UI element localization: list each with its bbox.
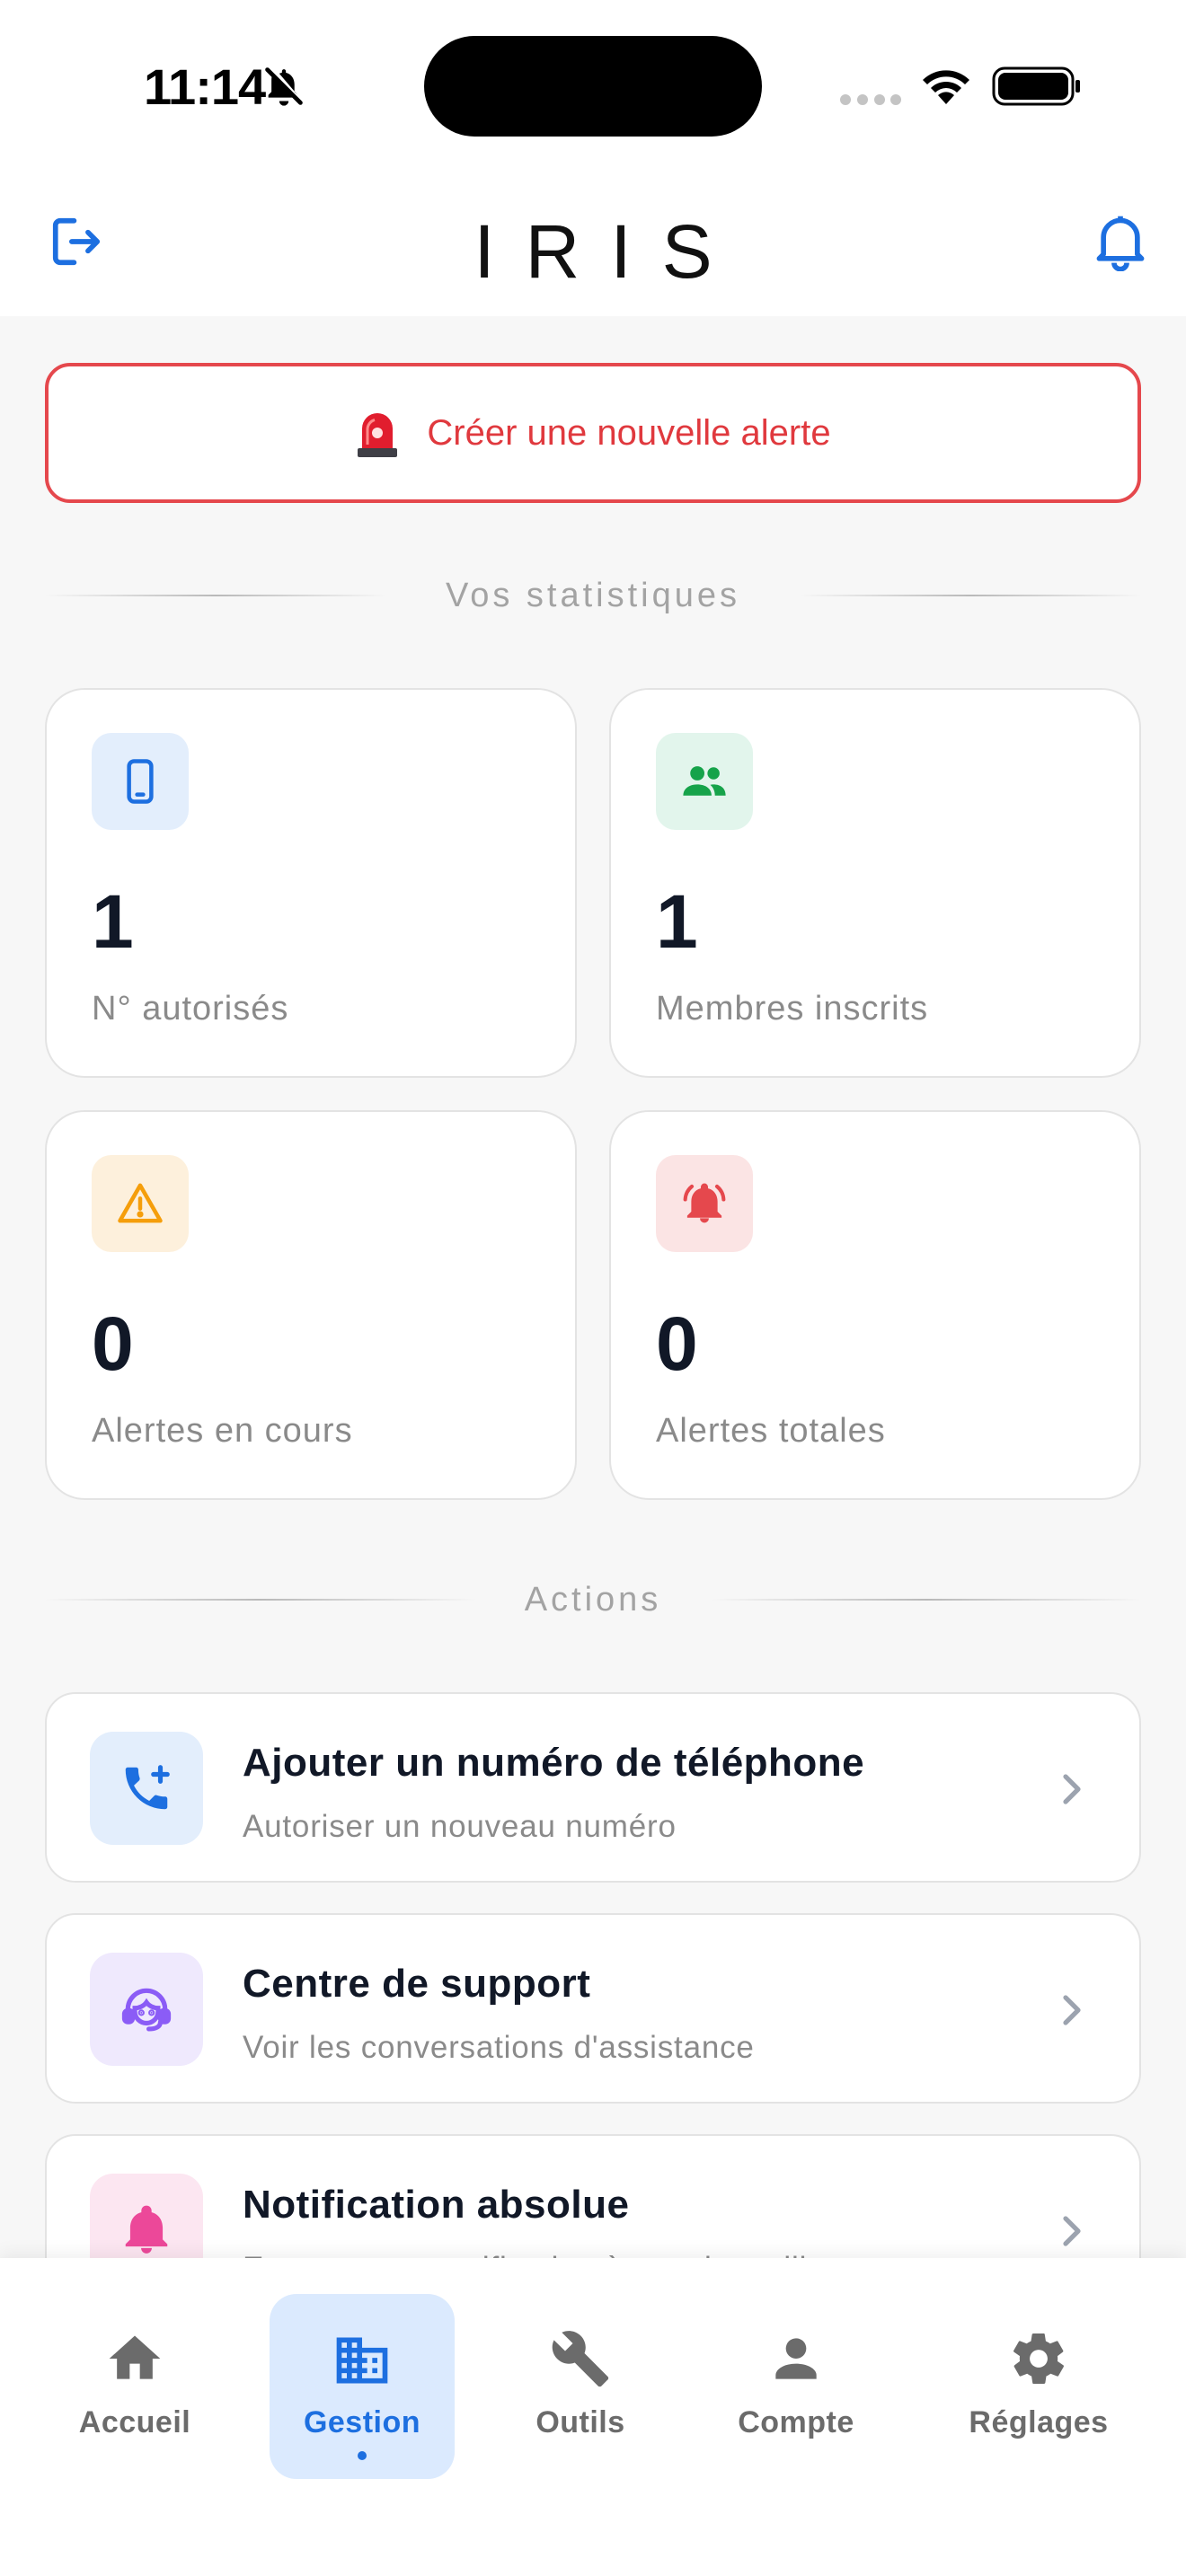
nav-label: Accueil: [78, 2405, 191, 2439]
chevron-right-icon: [1063, 1774, 1081, 1804]
stat-card-ongoing-alerts: 0 Alertes en cours: [45, 1110, 577, 1500]
building-icon: [336, 2337, 388, 2384]
stats-section-title: Vos statistiques: [445, 577, 741, 614]
support-agent-icon: [121, 1988, 172, 2032]
nav-item-compte[interactable]: Compte: [713, 2258, 879, 2474]
wifi-icon: [923, 70, 969, 104]
action-icon-box: [90, 1732, 203, 1845]
stat-value: 1: [656, 879, 698, 964]
stat-icon-box: [92, 1155, 189, 1252]
app-header: IRIS: [0, 171, 1186, 316]
stat-label: Alertes totales: [656, 1412, 886, 1450]
nav-item-accueil[interactable]: Accueil: [52, 2258, 217, 2474]
stat-label: N° autorisés: [92, 990, 289, 1028]
nav-item-gestion[interactable]: Gestion: [270, 2294, 455, 2479]
stat-value: 0: [656, 1301, 698, 1386]
stat-card-authorized-numbers: 1 N° autorisés: [45, 688, 577, 1078]
bottom-navigation: Accueil Gestion Outils Compte Réglages: [0, 2258, 1186, 2576]
active-indicator-dot: [358, 2451, 367, 2460]
action-support-center[interactable]: Centre de support Voir les conversations…: [45, 1913, 1141, 2104]
dynamic-island: [424, 36, 762, 137]
nav-item-reglages[interactable]: Réglages: [956, 2258, 1121, 2474]
stat-icon-box: [656, 1155, 753, 1252]
person-icon: [775, 2338, 817, 2379]
nav-label: Outils: [535, 2405, 625, 2439]
nav-label: Compte: [738, 2405, 854, 2439]
wrench-icon: [552, 2331, 609, 2387]
app-title: IRIS: [474, 209, 743, 294]
actions-section-title: Actions: [524, 1581, 662, 1619]
nav-label: Gestion: [303, 2405, 421, 2439]
create-alert-label: Créer une nouvelle alerte: [427, 412, 831, 453]
status-bar: 11:14: [0, 0, 1186, 171]
stat-value: 1: [92, 879, 134, 964]
stat-icon-box: [656, 733, 753, 830]
action-title: Ajouter un numéro de téléphone: [243, 1741, 865, 1785]
ringing-bell-icon: [683, 1183, 726, 1223]
phone-icon: [127, 759, 154, 804]
stat-card-total-alerts: 0 Alertes totales: [609, 1110, 1141, 1500]
battery-icon: [992, 66, 1080, 106]
chevron-right-icon: [1063, 1995, 1081, 2025]
group-icon: [683, 766, 726, 796]
action-title: Notification absolue: [243, 2183, 630, 2227]
action-subtitle: Voir les conversations d'assistance: [243, 2030, 755, 2065]
siren-icon: [358, 413, 398, 457]
home-icon: [109, 2335, 161, 2379]
action-icon-box: [90, 1953, 203, 2066]
nav-label: Réglages: [969, 2405, 1109, 2439]
add-call-icon: [125, 1765, 170, 1810]
gear-icon: [1013, 2333, 1064, 2385]
silent-mode-icon: [265, 67, 303, 106]
stat-label: Alertes en cours: [92, 1412, 353, 1450]
create-alert-button[interactable]: Créer une nouvelle alerte: [45, 363, 1141, 503]
stat-label: Membres inscrits: [656, 990, 929, 1028]
action-add-phone-number[interactable]: Ajouter un numéro de téléphone Autoriser…: [45, 1692, 1141, 1883]
bell-icon: [125, 2205, 168, 2254]
stat-icon-box: [92, 733, 189, 830]
stat-value: 0: [92, 1301, 134, 1386]
nav-item-outils[interactable]: Outils: [498, 2258, 663, 2474]
action-title: Centre de support: [243, 1962, 591, 2006]
notifications-bell-icon[interactable]: [1094, 212, 1146, 271]
warning-icon: [118, 1183, 163, 1223]
status-time: 11:14: [144, 58, 266, 115]
cellular-signal-icon: [840, 94, 901, 105]
action-subtitle: Autoriser un nouveau numéro: [243, 1809, 677, 1844]
chevron-right-icon: [1063, 2216, 1081, 2246]
stat-card-registered-members: 1 Membres inscrits: [609, 688, 1141, 1078]
